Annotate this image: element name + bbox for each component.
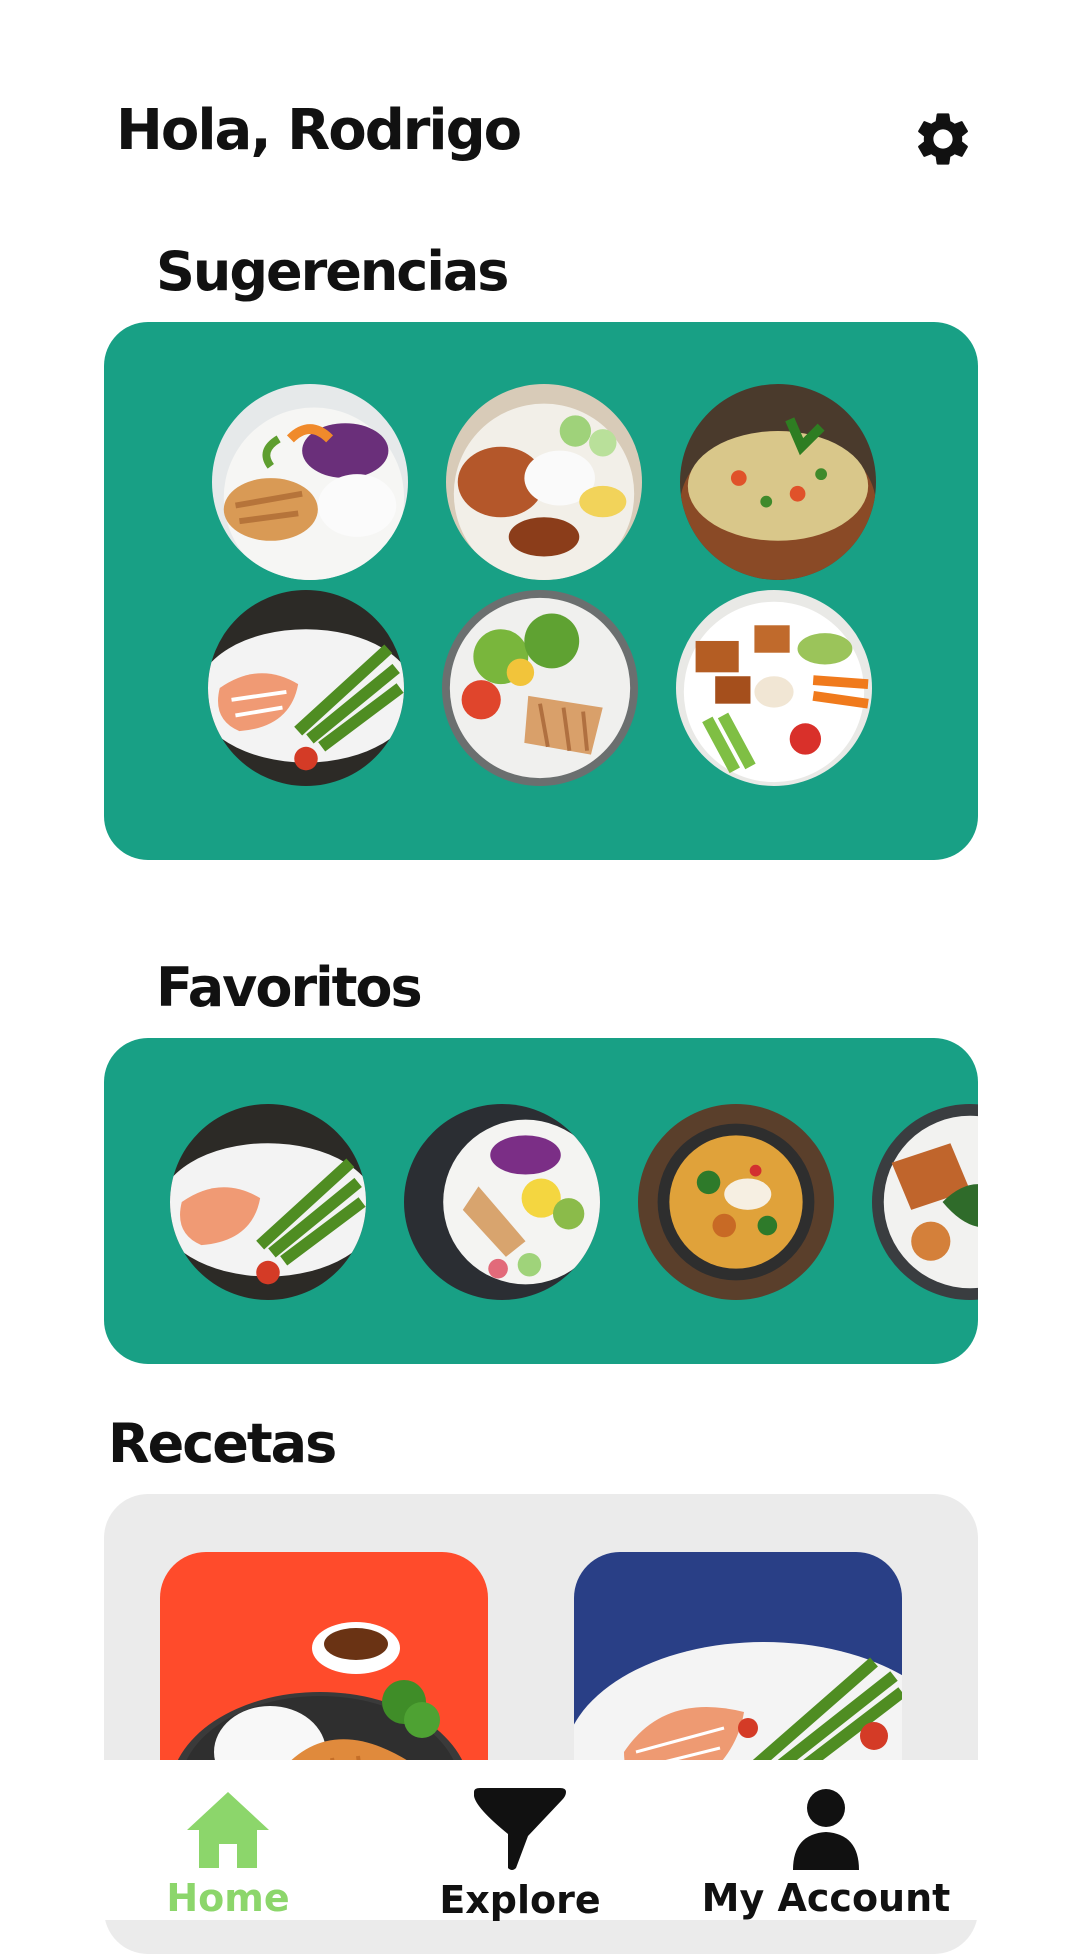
nav-explore-label: Explore	[439, 1878, 601, 1922]
favorite-item-3[interactable]	[638, 1104, 834, 1300]
nav-explore[interactable]: Explore	[430, 1760, 610, 1922]
suggestion-item-5[interactable]	[442, 590, 638, 786]
favorite-item-4[interactable]	[872, 1104, 978, 1300]
favorite-item-1[interactable]	[170, 1104, 366, 1300]
settings-button[interactable]	[910, 106, 976, 172]
filter-icon	[474, 1788, 566, 1870]
suggestion-item-6[interactable]	[676, 590, 872, 786]
home-icon	[187, 1792, 269, 1868]
nav-my-account[interactable]: My Account	[702, 1760, 950, 1920]
bottom-nav: Home Explore My Account	[104, 1760, 978, 1922]
favorites-panel	[104, 1038, 978, 1364]
suggestions-panel	[104, 322, 978, 860]
nav-home[interactable]: Home	[138, 1760, 318, 1920]
suggestions-title: Sugerencias	[156, 240, 509, 303]
nav-my-account-label: My Account	[701, 1876, 951, 1920]
suggestion-item-3[interactable]	[680, 384, 876, 580]
suggestion-item-1[interactable]	[212, 384, 408, 580]
suggestion-item-2[interactable]	[446, 384, 642, 580]
greeting-title: Hola, Rodrigo	[116, 98, 522, 163]
account-icon	[793, 1789, 859, 1870]
favorites-title: Favoritos	[156, 956, 423, 1019]
gear-icon	[918, 113, 968, 165]
suggestion-item-4[interactable]	[208, 590, 404, 786]
favorite-item-2[interactable]	[404, 1104, 600, 1300]
nav-home-label: Home	[166, 1876, 290, 1920]
recipes-title: Recetas	[108, 1412, 337, 1475]
